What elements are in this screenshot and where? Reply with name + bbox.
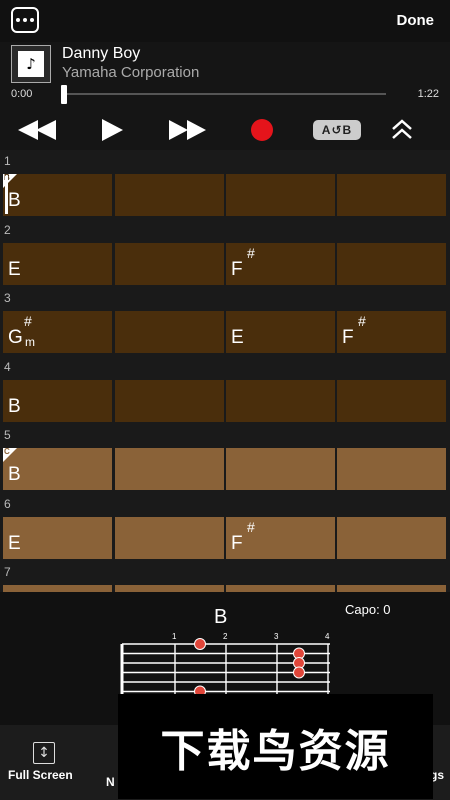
chord-cell[interactable] <box>226 174 335 216</box>
rewind-icon <box>18 120 56 140</box>
bar-number: 7 <box>4 565 11 579</box>
chord-cell[interactable] <box>226 448 335 490</box>
chord-cell[interactable] <box>337 516 446 559</box>
fret-number: 4 <box>325 632 330 641</box>
fret-number: 1 <box>172 632 177 641</box>
transport-controls: A↺B <box>0 110 450 150</box>
chord-root: B <box>8 190 21 211</box>
dot-icon <box>30 18 34 22</box>
song-info-panel: ♪ Danny Boy Yamaha Corporation 0:00 1:22… <box>0 42 450 150</box>
toolbar-item-partial-left[interactable]: N <box>100 725 120 800</box>
bar-number: 4 <box>4 359 11 374</box>
chord-cell[interactable]: CB <box>3 447 112 490</box>
chord-cell[interactable] <box>337 585 446 592</box>
progress-track[interactable] <box>64 93 386 95</box>
ab-repeat-label: A↺B <box>313 120 361 140</box>
toolbar-item-partial-right[interactable]: gs <box>430 725 450 800</box>
bar-number: 6 <box>4 496 11 511</box>
play-icon <box>102 119 123 141</box>
full-screen-icon: ↕ <box>33 742 55 764</box>
watermark: 下载鸟资源 <box>118 694 433 799</box>
chord-cell[interactable]: E <box>226 311 335 353</box>
song-title: Danny Boy <box>62 45 141 62</box>
rewind-button[interactable] <box>18 110 58 150</box>
chord-root: F <box>342 327 354 348</box>
more-menu-button[interactable] <box>11 7 39 33</box>
chord-root: G <box>8 327 23 348</box>
finger-dot <box>293 666 305 679</box>
album-art: ♪ <box>11 45 51 83</box>
time-current: 0:00 <box>11 88 33 100</box>
chord-root: F <box>231 532 243 554</box>
chord-cell[interactable]: BB <box>3 173 112 216</box>
chord-root: E <box>8 258 21 280</box>
ab-repeat-button[interactable]: A↺B <box>312 110 362 150</box>
chord-cell[interactable] <box>115 448 224 490</box>
watermark-text: 下载鸟资源 <box>160 725 391 777</box>
chord-cell[interactable]: B <box>3 379 112 422</box>
chord-root: B <box>8 395 21 417</box>
chord-cell[interactable] <box>115 311 224 353</box>
section-marker-letter: C <box>4 447 10 456</box>
progress-thumb[interactable] <box>61 85 67 104</box>
chord-cell[interactable] <box>3 585 112 592</box>
full-screen-label: Full Screen <box>8 768 73 782</box>
chord-cell[interactable]: F # <box>226 516 335 559</box>
toolbar-partial-label-left: N <box>106 775 115 789</box>
time-total: 1:22 <box>417 88 439 100</box>
dot-icon <box>23 18 27 22</box>
chord-root: E <box>8 532 21 554</box>
record-button[interactable] <box>248 110 276 150</box>
song-artist: Yamaha Corporation <box>62 64 200 81</box>
chord-root: F <box>231 258 243 280</box>
chord-cell[interactable] <box>115 585 224 592</box>
chord-root: B <box>8 464 21 485</box>
fret-number: 2 <box>223 632 228 641</box>
chord-cell[interactable] <box>337 448 446 490</box>
chord-cell[interactable] <box>226 585 335 592</box>
chord-cell[interactable] <box>337 242 446 285</box>
play-button[interactable] <box>96 110 128 150</box>
top-bar: Done <box>0 0 450 42</box>
done-button[interactable]: Done <box>397 12 435 29</box>
chord-cell[interactable]: F # <box>337 311 446 353</box>
chord-cell[interactable] <box>115 379 224 422</box>
chord-cell[interactable]: E <box>3 516 112 559</box>
chord-cell[interactable] <box>337 174 446 216</box>
record-icon <box>251 119 273 141</box>
chord-sharp: # <box>247 518 255 535</box>
chord-sharp: # <box>358 313 366 329</box>
chord-cell[interactable]: F # <box>226 242 335 285</box>
chord-cell[interactable] <box>115 174 224 216</box>
chord-grid[interactable]: 1BB2EF#3G#mEF#4B5CB6EF#7 <box>0 150 450 592</box>
double-chevron-up-icon <box>392 119 412 139</box>
fret-number: 3 <box>274 632 279 641</box>
collapse-button[interactable] <box>386 110 418 150</box>
music-note-icon: ♪ <box>18 51 44 77</box>
chord-cell[interactable] <box>115 516 224 559</box>
chord-cell[interactable] <box>337 379 446 422</box>
bar-number: 5 <box>4 428 11 442</box>
bar-number: 1 <box>4 154 11 168</box>
chord-cell[interactable] <box>226 379 335 422</box>
bar-number: 2 <box>4 222 11 237</box>
fast-forward-button[interactable] <box>165 110 209 150</box>
chord-minor: m <box>25 335 35 349</box>
chord-cell[interactable] <box>115 242 224 285</box>
bar-number: 3 <box>4 291 11 305</box>
chord-sharp: # <box>247 244 255 261</box>
chord-cell[interactable]: G # m <box>3 311 112 353</box>
fast-forward-icon <box>169 120 206 140</box>
full-screen-button[interactable]: ↕ Full Screen <box>0 725 90 800</box>
chord-root: E <box>231 327 244 348</box>
finger-dot <box>194 638 206 650</box>
dot-icon <box>16 18 20 22</box>
chord-cell[interactable]: E <box>3 242 112 285</box>
chord-sharp: # <box>24 313 32 329</box>
